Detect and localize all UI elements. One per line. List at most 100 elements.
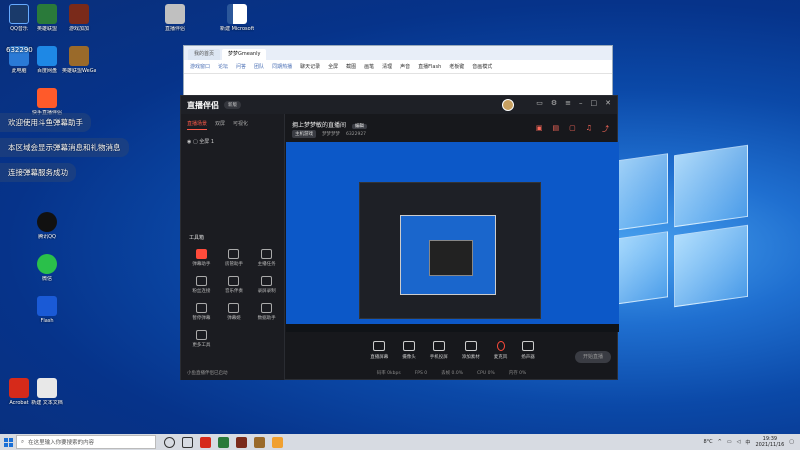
toolbar-button[interactable]: 截图 <box>346 63 356 70</box>
qq-penguin-icon <box>37 212 57 232</box>
notification-icon[interactable]: ▢ <box>789 439 794 445</box>
volume-icon[interactable]: ◁ <box>737 439 741 445</box>
desktop-icon-qq[interactable]: 腾讯QQ <box>30 212 64 240</box>
task-view-icon[interactable] <box>182 436 193 448</box>
lock-icon[interactable]: ▢ <box>569 124 576 134</box>
scene-label: 全屏 1 <box>199 139 215 145</box>
tool-data[interactable]: 数据助手 <box>250 303 283 321</box>
desktop-icon-flash[interactable]: Flash <box>30 296 64 324</box>
minimize-icon[interactable]: – <box>579 99 583 111</box>
tool-music[interactable]: 音乐伴奏 <box>218 276 251 294</box>
add-source-button[interactable]: 添加素材 <box>462 340 480 360</box>
notification-info: 本区域会显示弹幕消息和礼物消息 <box>0 138 129 157</box>
toolbar-link[interactable]: 同期热播 <box>272 63 292 70</box>
start-live-button[interactable]: 开始直播 <box>575 351 611 363</box>
toolbar-button[interactable]: 画笔 <box>364 63 374 70</box>
app-main: 拥上梦梦敏的直播间 编辑 主机游戏 梦梦梦梦 6322927 ▣ ▤ ▢ ♫ ⤴… <box>286 114 619 379</box>
desktop-icon-word[interactable]: 新建 Microsoft Word 文档 <box>220 4 254 32</box>
close-icon[interactable]: ✕ <box>605 99 611 111</box>
scene-item[interactable]: ◉ ▢ 全屏 1 <box>187 138 278 145</box>
menu-icon[interactable]: ≡ <box>565 99 571 111</box>
game2-taskbar-icon[interactable] <box>254 436 265 448</box>
ime-indicator[interactable]: 中 <box>745 439 750 446</box>
desktop-icon-wegame[interactable]: 英雄联盟WeGame版 <box>62 46 96 74</box>
avatar[interactable] <box>502 99 515 111</box>
message-icon[interactable]: ▭ <box>536 99 543 111</box>
live-companion-taskbar-icon[interactable] <box>272 436 283 448</box>
desktop-icon-baidu[interactable]: 百度网盘 <box>30 46 64 74</box>
speaker-icon <box>522 340 534 351</box>
tool-label: 音乐伴奏 <box>224 289 243 294</box>
toolbar-button[interactable]: 聊天记录 <box>300 63 320 70</box>
bag-icon[interactable]: ▤ <box>552 124 559 134</box>
desktop-icon-kuaishou[interactable]: 快手直播伴侣 <box>30 88 64 116</box>
toolbar-button[interactable]: 清理 <box>382 63 392 70</box>
toolbar-button[interactable]: 音画模式 <box>472 63 492 70</box>
tool-task[interactable]: 主播任务 <box>250 249 283 267</box>
desktop-icon-textdoc[interactable]: 新建 文本文档 <box>30 378 64 406</box>
toolbar-link[interactable]: 团队 <box>254 63 264 70</box>
network-icon[interactable]: ▭ <box>727 439 732 445</box>
acrobat-taskbar-icon[interactable] <box>200 436 211 448</box>
desktop-icon-wechat[interactable]: 微信 <box>30 254 64 282</box>
tab-dual[interactable]: 双屏 <box>215 120 225 130</box>
tool-label: 暂停弹幕 <box>192 316 211 321</box>
browser-tabs: 我的首页 梦梦Gmeanly <box>184 46 612 60</box>
gift-icon[interactable]: ▣ <box>536 124 543 134</box>
version-badge[interactable]: 新版 <box>224 101 241 109</box>
share-icon[interactable]: ⤴ <box>602 124 609 134</box>
tab-scene[interactable]: 直播场景 <box>187 120 208 130</box>
start-button[interactable] <box>0 434 16 450</box>
settings-icon[interactable]: ⚙ <box>551 99 557 111</box>
clock[interactable]: 19:39 2021/11/16 <box>755 436 784 448</box>
notification-connected: 连接弹幕服务成功 <box>0 163 76 182</box>
bell-icon[interactable]: ♫ <box>586 124 592 134</box>
desktop-icon-livecompanion[interactable]: 直播伴侣 <box>158 4 192 32</box>
taskbar-search[interactable]: ⌕ 在这里输入你要搜索的内容 <box>16 435 156 449</box>
tool-label: 弹幕助手 <box>192 262 211 267</box>
desktop-icon-game[interactable]: 游戏加加 <box>62 4 96 32</box>
tool-room-admin[interactable]: 房管助手 <box>218 249 251 267</box>
chevron-up-icon[interactable]: ^ <box>718 439 722 445</box>
toolbar-button[interactable]: 全屏 <box>328 63 338 70</box>
desktop-icon-lol[interactable]: 英雄联盟 <box>30 4 64 32</box>
camera-button[interactable]: 摄像头 <box>402 340 416 360</box>
live-companion-icon <box>165 4 185 24</box>
toolbar-button[interactable]: 直播Flash <box>418 63 441 70</box>
toolbar-link[interactable]: 论坛 <box>218 63 228 70</box>
lol-taskbar-icon[interactable] <box>218 436 229 448</box>
maximize-icon[interactable]: □ <box>591 99 598 111</box>
toolbar-button[interactable]: 声音 <box>400 63 410 70</box>
toolbar-link[interactable]: 游戏窗口 <box>190 63 210 70</box>
speaker-button[interactable]: 扬声器 <box>521 340 535 360</box>
phone-icon <box>432 340 445 351</box>
weather-temperature[interactable]: 8°C <box>703 439 712 445</box>
microphone-button[interactable]: 麦克风 <box>494 340 507 360</box>
eye-icon[interactable]: ◉ ▢ <box>187 139 199 145</box>
browser-tab[interactable]: 梦梦Gmeanly <box>222 49 267 60</box>
game-taskbar-icon[interactable] <box>236 436 247 448</box>
screen-capture-button[interactable]: 直播屏幕 <box>370 340 389 360</box>
toolbar-link[interactable]: 问答 <box>236 63 246 70</box>
control-label: 直播屏幕 <box>370 354 389 360</box>
browser-tab[interactable]: 我的首页 <box>188 49 221 60</box>
tool-record[interactable]: 录屏录制 <box>250 276 283 294</box>
edit-title-button[interactable]: 编辑 <box>351 124 367 129</box>
music-icon <box>228 276 240 286</box>
tab-visual[interactable]: 可视化 <box>233 120 248 130</box>
cortana-icon[interactable] <box>164 436 175 448</box>
desktop-icon-label: 直播伴侣 <box>164 26 185 32</box>
desktop-icon-label: 英雄联盟WeGame版 <box>62 68 96 74</box>
tool-danmu-ji[interactable]: 弹幕姬 <box>218 303 251 321</box>
tool-danmu-assistant[interactable]: 弹幕助手 <box>185 249 218 267</box>
tool-more[interactable]: 更多工具 <box>185 330 218 348</box>
tool-pause-danmu[interactable]: 暂停弹幕 <box>185 303 218 321</box>
phone-cast-button[interactable]: 手机投屏 <box>430 340 448 360</box>
baidu-netdisk-icon <box>37 46 57 66</box>
browser-toolbar: 游戏窗口 论坛 问答 团队 同期热播 聊天记录 全屏 截图 画笔 清理 声音 直… <box>184 60 612 74</box>
category-badge[interactable]: 主机游戏 <box>292 130 316 138</box>
stream-preview[interactable] <box>286 142 619 332</box>
toolbar-button[interactable]: 老板键 <box>449 63 464 70</box>
tool-fans[interactable]: 粉丝连接 <box>185 276 218 294</box>
qqmusic-icon <box>9 4 29 24</box>
